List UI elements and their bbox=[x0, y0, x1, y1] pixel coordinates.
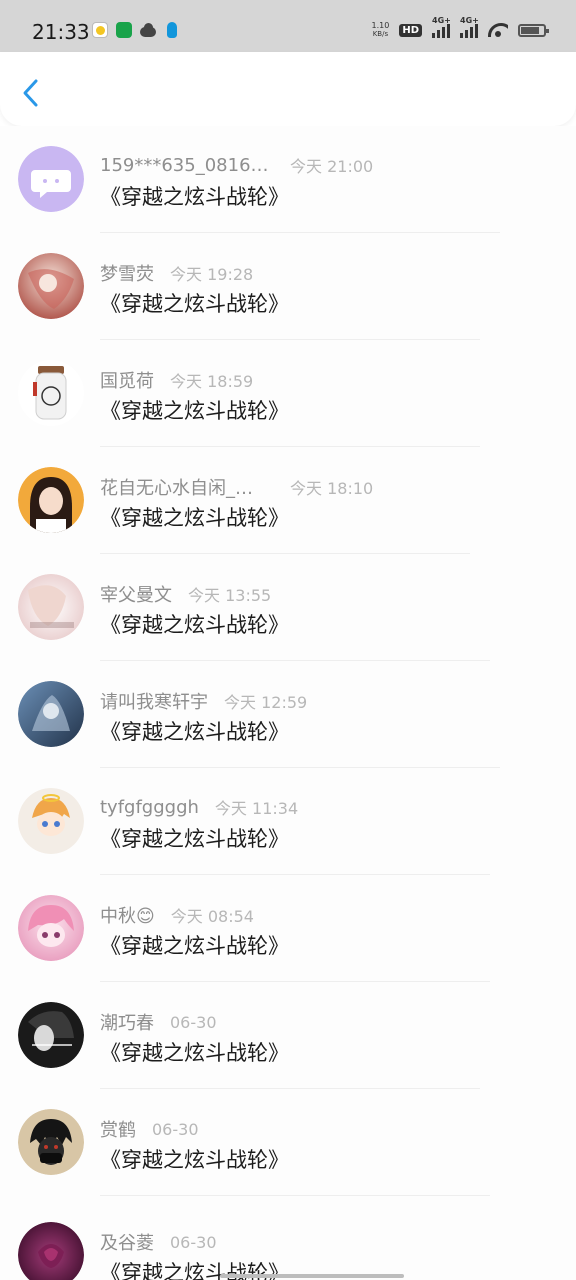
avatar[interactable] bbox=[18, 681, 84, 747]
signal-label: 4G+ bbox=[432, 16, 451, 25]
message-time: 今天 08:54 bbox=[170, 907, 254, 926]
home-indicator[interactable] bbox=[220, 1274, 404, 1278]
message-text: 《穿越之炫斗战轮》 bbox=[100, 720, 289, 744]
sender-name: tyfgfggggh bbox=[100, 796, 199, 818]
message-time: 06-30 bbox=[170, 1012, 217, 1032]
message-list: 159***635_0816… 今天 21:00 《穿越之炫斗战轮》 梦雪荧 今… bbox=[0, 126, 576, 1280]
message-time: 今天 12:59 bbox=[224, 693, 308, 712]
sender-name: 梦雪荧 bbox=[100, 264, 154, 285]
message-text: 《穿越之炫斗战轮》 bbox=[100, 1148, 289, 1172]
battery-icon bbox=[518, 23, 549, 37]
sender-name: 宰父曼文 bbox=[100, 585, 172, 606]
sender-name: 花自无心水自闲_… bbox=[100, 478, 253, 499]
avatar[interactable] bbox=[18, 1222, 84, 1280]
sender-name: 请叫我寒轩宇 bbox=[100, 692, 208, 713]
sender-name: 潮巧春 bbox=[100, 1013, 154, 1034]
chevron-left-icon bbox=[23, 79, 38, 107]
message-time: 今天 18:10 bbox=[290, 479, 374, 498]
message-time: 06-30 bbox=[152, 1119, 199, 1139]
avatar[interactable] bbox=[18, 467, 84, 533]
back-button[interactable] bbox=[20, 78, 42, 108]
status-time: 21:33 bbox=[32, 20, 90, 44]
avatar[interactable] bbox=[18, 1002, 84, 1068]
message-time: 今天 21:00 bbox=[290, 157, 374, 176]
status-right: 1.10 KB/s HD 4G+ 4G+ bbox=[371, 16, 549, 39]
message-text: 《穿越之炫斗战轮》 bbox=[100, 292, 289, 316]
message-time: 今天 18:59 bbox=[170, 372, 254, 391]
message-text: 《穿越之炫斗战轮》 bbox=[100, 399, 289, 423]
header bbox=[0, 52, 576, 126]
cloud-icon bbox=[140, 22, 156, 38]
message-text: 《穿越之炫斗战轮》 bbox=[100, 506, 289, 530]
list-item[interactable]: 159***635_0816… 今天 21:00 《穿越之炫斗战轮》 bbox=[0, 126, 576, 233]
message-text: 《穿越之炫斗战轮》 bbox=[100, 613, 289, 637]
message-time: 今天 19:28 bbox=[170, 265, 254, 284]
hd-badge: HD bbox=[399, 23, 422, 37]
notification-icons bbox=[92, 22, 180, 38]
video-app-icon bbox=[116, 22, 132, 38]
list-item[interactable]: 及谷菱 06-30 《穿越之炫斗战轮》 bbox=[0, 1196, 576, 1280]
sender-name: 159***635_0816… bbox=[100, 154, 269, 176]
avatar[interactable] bbox=[18, 574, 84, 640]
message-text: 《穿越之炫斗战轮》 bbox=[100, 827, 289, 851]
message-text: 《穿越之炫斗战轮》 bbox=[100, 1041, 289, 1065]
network-speed: 1.10 KB/s bbox=[371, 21, 390, 39]
message-text: 《穿越之炫斗战轮》 bbox=[100, 934, 289, 958]
sender-name: 国觅荷 bbox=[100, 371, 154, 392]
message-time: 今天 13:55 bbox=[188, 586, 272, 605]
sender-name: 中秋😊 bbox=[100, 906, 155, 927]
signal-icon: 4G+ bbox=[432, 16, 451, 38]
status-bar: 21:33 1.10 KB/s HD 4G+ 4G+ bbox=[0, 0, 576, 52]
avatar[interactable] bbox=[18, 253, 84, 319]
signal-label: 4G+ bbox=[460, 16, 479, 25]
avatar[interactable] bbox=[18, 1109, 84, 1175]
signal-icon: 4G+ bbox=[460, 16, 479, 38]
avatar[interactable] bbox=[18, 360, 84, 426]
avatar[interactable] bbox=[18, 788, 84, 854]
network-speed-value: 1.10 bbox=[371, 21, 390, 30]
avatar[interactable] bbox=[18, 146, 84, 212]
list-item[interactable]: 国觅荷 今天 18:59 《穿越之炫斗战轮》 bbox=[0, 340, 576, 447]
list-item[interactable]: 中秋😊 今天 08:54 《穿越之炫斗战轮》 bbox=[0, 875, 576, 982]
message-text: 《穿越之炫斗战轮》 bbox=[100, 185, 289, 209]
sender-name: 赏鹤 bbox=[100, 1120, 136, 1141]
app-notification-icon bbox=[92, 22, 108, 38]
network-speed-unit: KB/s bbox=[372, 30, 389, 38]
qq-icon bbox=[164, 22, 180, 38]
list-item[interactable]: tyfgfggggh 今天 11:34 《穿越之炫斗战轮》 bbox=[0, 768, 576, 875]
list-item[interactable]: 请叫我寒轩宇 今天 12:59 《穿越之炫斗战轮》 bbox=[0, 661, 576, 768]
list-item[interactable]: 梦雪荧 今天 19:28 《穿越之炫斗战轮》 bbox=[0, 233, 576, 340]
sender-name: 及谷菱 bbox=[100, 1233, 154, 1254]
avatar[interactable] bbox=[18, 895, 84, 961]
message-time: 06-30 bbox=[170, 1232, 217, 1252]
list-item[interactable]: 赏鹤 06-30 《穿越之炫斗战轮》 bbox=[0, 1089, 576, 1196]
list-item[interactable]: 潮巧春 06-30 《穿越之炫斗战轮》 bbox=[0, 982, 576, 1089]
list-item[interactable]: 花自无心水自闲_… 今天 18:10 《穿越之炫斗战轮》 bbox=[0, 447, 576, 554]
list-item[interactable]: 宰父曼文 今天 13:55 《穿越之炫斗战轮》 bbox=[0, 554, 576, 661]
wifi-icon bbox=[488, 23, 508, 37]
message-time: 今天 11:34 bbox=[214, 799, 299, 818]
